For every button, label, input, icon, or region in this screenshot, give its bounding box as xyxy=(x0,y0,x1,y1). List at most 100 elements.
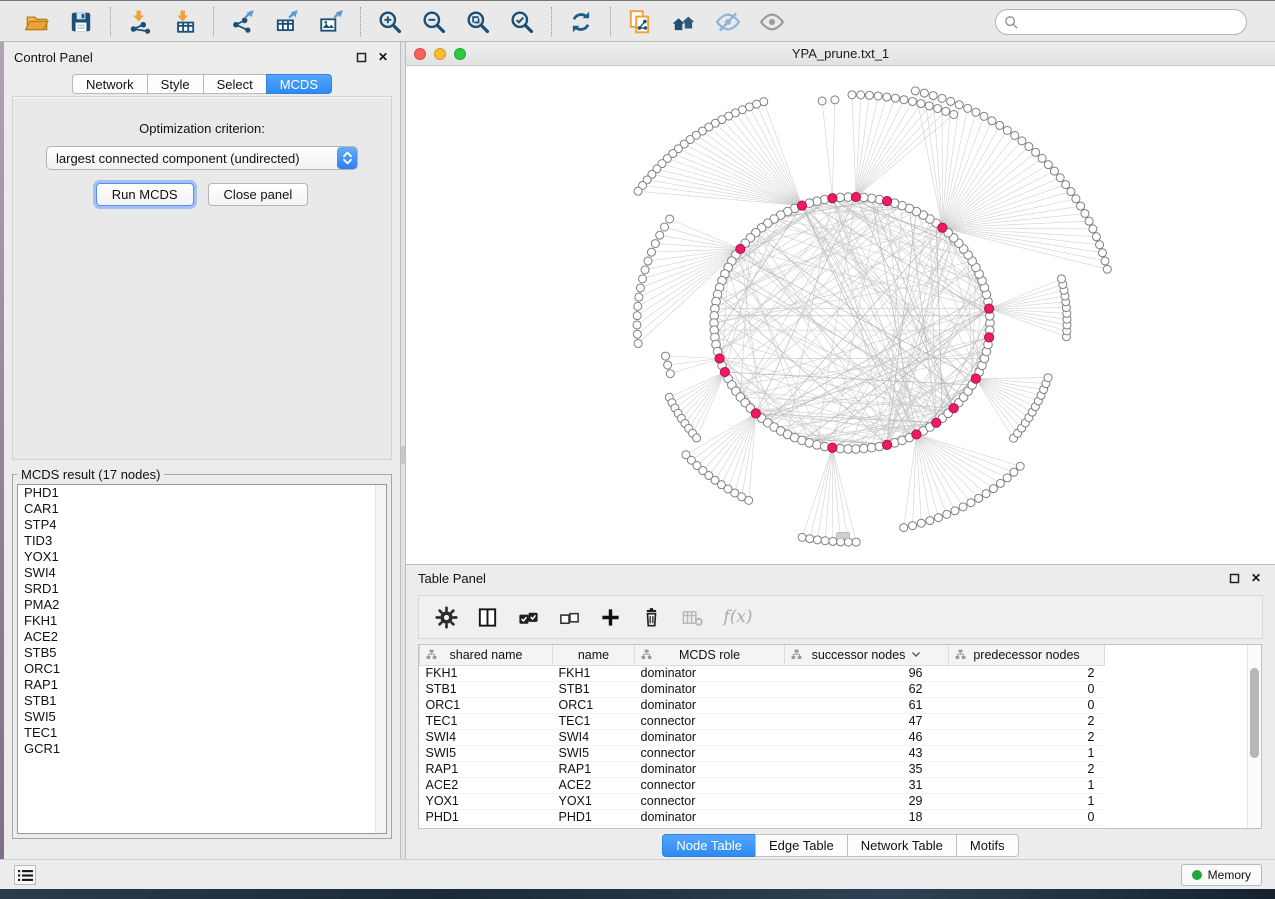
leaf-node[interactable] xyxy=(844,538,852,546)
leaf-node[interactable] xyxy=(1032,148,1040,156)
result-node-item[interactable]: GCR1 xyxy=(18,741,386,757)
dominator-node[interactable] xyxy=(751,409,760,418)
leaf-node[interactable] xyxy=(942,107,950,115)
leaf-node[interactable] xyxy=(852,538,860,546)
table-scroll-thumb[interactable] xyxy=(1250,668,1259,758)
leaf-node[interactable] xyxy=(1050,167,1058,175)
search-input[interactable] xyxy=(1019,15,1238,30)
table-row[interactable]: SWI4SWI4dominator462 xyxy=(420,729,1105,745)
tab-node-table[interactable]: Node Table xyxy=(662,834,755,857)
leaf-node[interactable] xyxy=(891,94,899,102)
zoom-in-icon[interactable] xyxy=(375,7,405,37)
leaf-node[interactable] xyxy=(656,231,664,239)
result-node-item[interactable]: STB1 xyxy=(18,693,386,709)
run-mcds-button[interactable]: Run MCDS xyxy=(96,183,194,206)
leaf-node[interactable] xyxy=(975,494,983,502)
result-node-item[interactable]: TID3 xyxy=(18,533,386,549)
leaf-node[interactable] xyxy=(909,522,917,530)
leaf-node[interactable] xyxy=(644,257,652,265)
leaf-node[interactable] xyxy=(883,93,891,101)
duplicate-network-icon[interactable] xyxy=(625,7,655,37)
leaf-node[interactable] xyxy=(634,187,642,195)
leaf-node[interactable] xyxy=(943,510,951,518)
leaf-node[interactable] xyxy=(996,479,1004,487)
leaf-node[interactable] xyxy=(633,312,641,320)
leaf-node[interactable] xyxy=(639,275,647,283)
leaf-node[interactable] xyxy=(1044,161,1052,169)
leaf-node[interactable] xyxy=(831,96,839,104)
hide-selected-icon[interactable] xyxy=(713,7,743,37)
leaf-node[interactable] xyxy=(1072,195,1080,203)
node-table-grid[interactable]: shared namenameMCDS rolesuccessor nodesp… xyxy=(419,645,1105,826)
column-header-predecessor-nodes[interactable]: predecessor nodes xyxy=(949,645,1105,665)
leaf-node[interactable] xyxy=(964,104,972,112)
leaf-node[interactable] xyxy=(635,293,643,301)
open-file-icon[interactable] xyxy=(22,7,52,37)
table-row[interactable]: TEC1TEC1connector472 xyxy=(420,713,1105,729)
result-node-item[interactable]: FKH1 xyxy=(18,613,386,629)
leaf-node[interactable] xyxy=(1025,142,1033,150)
table-row[interactable]: YOX1YOX1connector291 xyxy=(420,793,1105,809)
leaf-node[interactable] xyxy=(633,321,641,329)
dominator-node[interactable] xyxy=(912,430,921,439)
leaf-node[interactable] xyxy=(917,100,925,108)
leaf-node[interactable] xyxy=(1010,468,1018,476)
network-canvas[interactable] xyxy=(406,66,1275,564)
leaf-node[interactable] xyxy=(938,94,946,102)
leaf-node[interactable] xyxy=(951,507,959,515)
leaf-node[interactable] xyxy=(988,117,996,125)
leaf-node[interactable] xyxy=(693,434,701,442)
close-panel-button[interactable]: Close panel xyxy=(208,183,309,206)
leaf-node[interactable] xyxy=(989,485,997,493)
column-header-successor-nodes[interactable]: successor nodes xyxy=(785,645,949,665)
select-all-rows-icon[interactable] xyxy=(516,605,540,629)
search-box[interactable] xyxy=(995,9,1247,35)
leaf-node[interactable] xyxy=(1003,474,1011,482)
dominator-node[interactable] xyxy=(938,223,947,232)
leaf-node[interactable] xyxy=(934,514,942,522)
float-panel-icon[interactable] xyxy=(354,50,368,64)
leaf-node[interactable] xyxy=(874,92,882,100)
memory-button[interactable]: Memory xyxy=(1181,864,1262,886)
table-scrollbar[interactable] xyxy=(1247,645,1261,828)
result-node-item[interactable]: ACE2 xyxy=(18,629,386,645)
leaf-node[interactable] xyxy=(634,302,642,310)
column-header-name[interactable]: name xyxy=(553,645,635,665)
first-neighbors-icon[interactable] xyxy=(669,7,699,37)
table-row[interactable]: FKH1FKH1dominator962 xyxy=(420,665,1105,681)
leaf-node[interactable] xyxy=(1062,181,1070,189)
dominator-node[interactable] xyxy=(797,201,806,210)
table-row[interactable]: SWI5SWI5connector431 xyxy=(420,745,1105,761)
tab-mcds[interactable]: MCDS xyxy=(266,74,332,94)
network-node[interactable] xyxy=(844,445,853,454)
show-all-icon[interactable] xyxy=(757,7,787,37)
leaf-node[interactable] xyxy=(1018,137,1026,145)
leaf-node[interactable] xyxy=(1056,174,1064,182)
network-node[interactable] xyxy=(860,444,869,453)
leaf-node[interactable] xyxy=(666,370,674,378)
result-node-item[interactable]: CAR1 xyxy=(18,501,386,517)
column-header-shared-name[interactable]: shared name xyxy=(420,645,553,665)
import-table-icon[interactable] xyxy=(169,7,199,37)
save-session-icon[interactable] xyxy=(66,7,96,37)
leaf-node[interactable] xyxy=(806,535,814,543)
leaf-node[interactable] xyxy=(664,361,672,369)
result-node-item[interactable]: SWI5 xyxy=(18,709,386,725)
leaf-node[interactable] xyxy=(900,524,908,532)
leaf-node[interactable] xyxy=(1016,462,1024,470)
leaf-node[interactable] xyxy=(934,105,942,113)
tab-select[interactable]: Select xyxy=(203,74,266,94)
refresh-layout-icon[interactable] xyxy=(566,7,596,37)
leaf-node[interactable] xyxy=(1098,249,1106,257)
result-node-item[interactable]: ORC1 xyxy=(18,661,386,677)
dominator-node[interactable] xyxy=(882,440,891,449)
leaf-node[interactable] xyxy=(908,98,916,106)
delete-column-icon[interactable] xyxy=(639,605,663,629)
tab-style[interactable]: Style xyxy=(147,74,203,94)
leaf-node[interactable] xyxy=(1011,131,1019,139)
leaf-node[interactable] xyxy=(865,91,873,99)
mcds-result-list[interactable]: PHD1CAR1STP4TID3YOX1SWI4SRD1PMA2FKH1ACE2… xyxy=(17,484,387,834)
leaf-node[interactable] xyxy=(641,266,649,274)
tab-network[interactable]: Network xyxy=(72,74,147,94)
table-row[interactable]: ACE2ACE2connector311 xyxy=(420,777,1105,793)
